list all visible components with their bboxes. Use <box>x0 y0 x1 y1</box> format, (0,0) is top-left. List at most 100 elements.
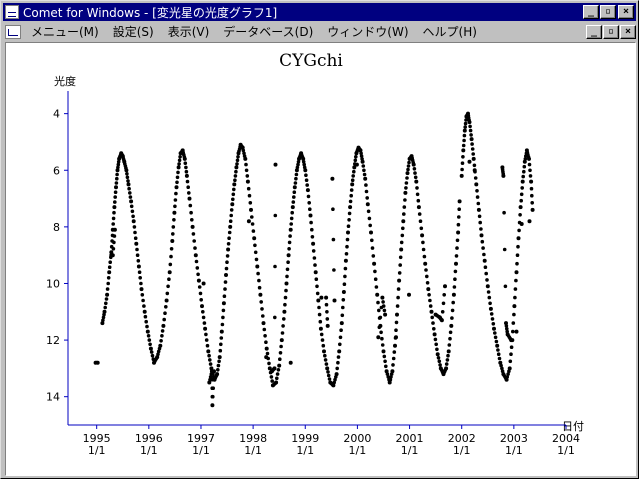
menu-item-settings[interactable]: 設定(S) <box>106 23 161 40</box>
data-point <box>113 200 117 204</box>
data-point <box>164 298 169 303</box>
data-point <box>186 185 190 189</box>
menu-item-database[interactable]: データベース(D) <box>216 23 320 40</box>
data-point <box>341 305 345 310</box>
data-point <box>482 252 486 257</box>
data-point <box>511 321 516 325</box>
data-point <box>399 240 404 245</box>
data-point <box>184 165 188 170</box>
data-point <box>273 381 278 386</box>
data-point <box>362 168 366 173</box>
data-point <box>407 160 411 165</box>
data-point <box>471 156 476 161</box>
data-point <box>391 356 396 361</box>
restore-button[interactable]: ▫ <box>600 5 616 19</box>
data-point <box>369 230 373 235</box>
data-point <box>108 260 112 264</box>
data-point <box>112 227 117 232</box>
data-point <box>169 254 173 259</box>
minimize-button[interactable]: _ <box>583 5 599 19</box>
data-point <box>260 307 264 311</box>
data-point <box>315 284 319 289</box>
data-point <box>442 293 447 297</box>
data-point <box>468 128 473 133</box>
app-icon[interactable] <box>5 5 19 19</box>
data-point <box>165 291 170 296</box>
child-close-button[interactable]: × <box>620 24 636 39</box>
data-point <box>461 143 466 148</box>
document-icon[interactable] <box>5 24 21 39</box>
data-point <box>514 270 519 275</box>
data-point <box>492 326 496 331</box>
data-point <box>247 193 252 198</box>
data-point <box>514 329 519 334</box>
data-point <box>183 161 188 165</box>
data-point <box>475 189 479 193</box>
data-point <box>266 356 271 361</box>
y-tick-label: 8 <box>53 221 60 234</box>
data-point <box>377 325 382 330</box>
menu-item-view[interactable]: 表示(V) <box>161 23 217 40</box>
data-point <box>462 128 467 133</box>
data-point <box>219 329 224 334</box>
data-point <box>283 302 287 307</box>
data-point <box>348 205 353 210</box>
data-point <box>323 353 327 358</box>
data-point <box>470 142 474 146</box>
data-point <box>469 137 474 142</box>
x-tick-date: 1/1 <box>88 444 106 457</box>
data-point <box>171 225 176 229</box>
menu-item-window[interactable]: ウィンドウ(W) <box>320 23 415 40</box>
data-point <box>348 199 353 204</box>
child-minimize-button[interactable]: _ <box>586 24 602 39</box>
data-point <box>401 219 406 224</box>
data-point <box>105 292 110 297</box>
data-point <box>286 260 290 264</box>
data-point <box>249 207 253 212</box>
data-point <box>337 349 342 354</box>
data-point <box>150 353 155 358</box>
data-point <box>232 187 236 192</box>
data-point <box>353 162 357 166</box>
data-point <box>452 285 457 289</box>
data-point <box>216 368 220 372</box>
data-point <box>431 321 435 325</box>
data-point <box>220 322 225 327</box>
data-point <box>314 277 319 281</box>
menu-item-help[interactable]: ヘルプ(H) <box>416 23 484 40</box>
data-point <box>467 159 472 164</box>
data-point <box>380 295 385 300</box>
data-point <box>368 223 373 228</box>
data-point <box>423 261 428 266</box>
data-point <box>187 196 192 201</box>
data-point <box>393 343 397 348</box>
data-point <box>509 352 513 357</box>
data-point <box>250 215 254 219</box>
child-restore-button[interactable]: ▫ <box>603 24 619 39</box>
data-point <box>282 317 286 321</box>
menu-item-menu[interactable]: メニュー(M) <box>24 23 106 40</box>
data-point <box>347 218 351 222</box>
title-bar[interactable]: Comet for Windows - [変光星の光度グラフ1] _ ▫ × <box>3 3 636 21</box>
data-point <box>175 175 180 180</box>
data-point <box>201 315 206 320</box>
data-point <box>490 317 495 321</box>
data-point <box>210 403 215 408</box>
data-point <box>111 247 116 251</box>
data-point <box>225 260 229 264</box>
data-point <box>112 240 116 245</box>
data-point <box>214 373 219 378</box>
data-point <box>321 343 326 348</box>
close-button[interactable]: × <box>618 5 634 19</box>
data-point <box>175 180 179 185</box>
data-point <box>307 201 312 205</box>
data-point <box>302 165 307 170</box>
data-point <box>281 324 285 328</box>
data-point <box>383 312 388 317</box>
data-point <box>517 228 521 233</box>
data-point <box>319 295 324 300</box>
data-point <box>376 300 380 305</box>
data-point <box>284 281 289 286</box>
data-point <box>520 179 525 184</box>
data-point <box>365 196 370 200</box>
